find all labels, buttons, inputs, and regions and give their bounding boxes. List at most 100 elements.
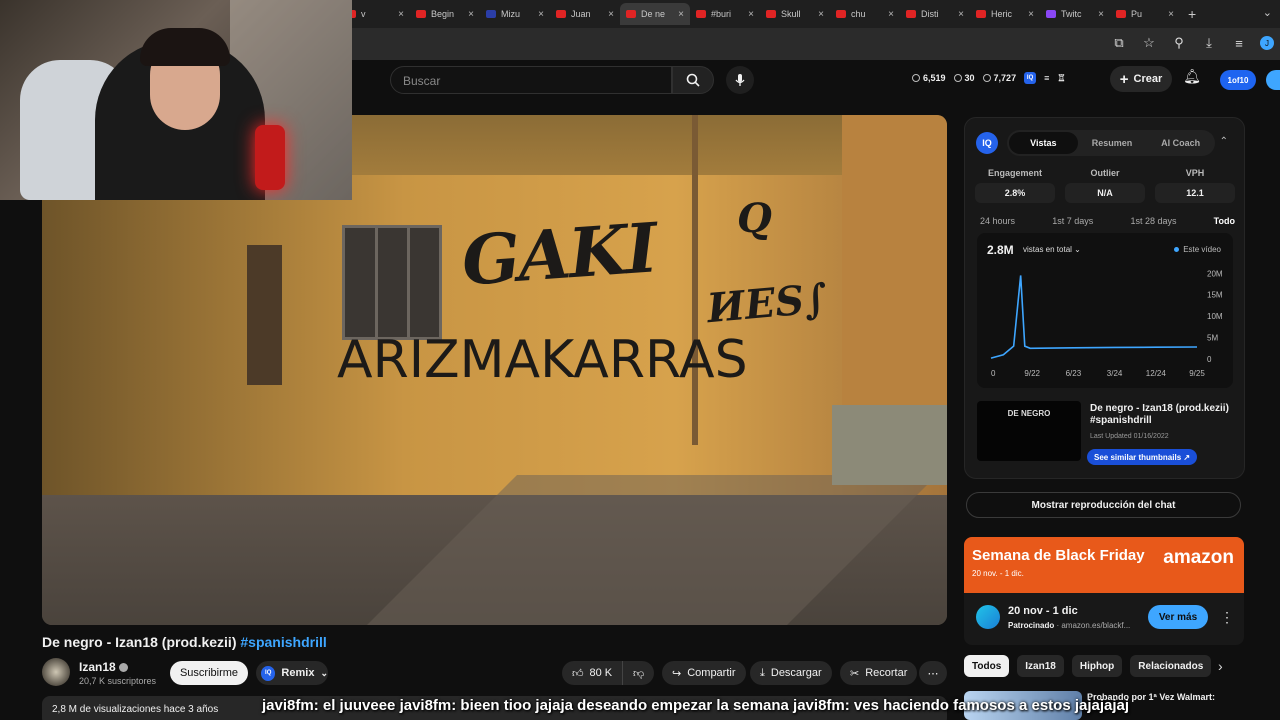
menu-icon[interactable]: ≡ <box>1044 73 1049 83</box>
stat-value: 6,519 <box>923 73 946 83</box>
close-tab-icon[interactable]: × <box>888 9 894 20</box>
tab-search-icon[interactable]: ⌄ <box>1263 6 1272 19</box>
browser-tab[interactable]: Twitc × <box>1040 3 1110 25</box>
extensions-icon[interactable]: ⚲ <box>1170 34 1188 52</box>
close-tab-icon[interactable]: × <box>1098 9 1104 20</box>
clip-button[interactable]: ✂ Recortar <box>840 661 918 685</box>
subscribe-button[interactable]: Suscribirme <box>170 661 248 685</box>
reading-list-icon[interactable]: ≡ <box>1230 34 1248 52</box>
range-28d[interactable]: 1st 28 days <box>1130 216 1176 226</box>
tab-title: Begin <box>431 9 455 19</box>
notifications-bell-icon[interactable]: 🔔︎ <box>1182 68 1202 90</box>
stream-chat-overlay: javi8fm: el juuveee javi8fm: bieen tioo … <box>262 697 1130 714</box>
install-app-icon[interactable]: ⧉ <box>1110 34 1128 52</box>
y-tick-label: 0 <box>1207 355 1212 364</box>
search-button[interactable] <box>672 66 714 94</box>
range-24h[interactable]: 24 hours <box>980 216 1015 226</box>
thumb-down-icon: 👎︎ <box>633 667 645 680</box>
browser-tab[interactable]: Juan × <box>550 3 620 25</box>
remix-label: Remix <box>281 667 315 679</box>
profile-icon[interactable]: J <box>1260 36 1274 50</box>
more-vertical-icon[interactable]: ⋮ <box>1220 609 1234 626</box>
create-button[interactable]: + Crear <box>1110 66 1172 92</box>
ad-sponsor-line: Patrocinado · amazon.es/blackf... <box>1008 621 1130 630</box>
sponsored-ad[interactable]: Semana de Black Friday 20 nov. - 1 dic. … <box>964 537 1244 645</box>
channel-avatar[interactable] <box>42 658 70 686</box>
voice-search-button[interactable] <box>726 66 754 94</box>
ad-banner[interactable]: Semana de Black Friday 20 nov. - 1 dic. … <box>964 537 1244 593</box>
download-icon[interactable]: ⤓ <box>1200 34 1218 52</box>
counter-badge[interactable]: 1of10 <box>1220 70 1256 90</box>
browser-tab[interactable]: Disti × <box>900 3 970 25</box>
close-tab-icon[interactable]: × <box>1028 9 1034 20</box>
channel-name-text: Izan18 <box>79 660 116 674</box>
like-button[interactable]: 👍︎ 80 K <box>562 661 622 685</box>
remix-button[interactable]: IQ Remix ⌄ <box>256 661 328 685</box>
account-avatar[interactable] <box>1266 70 1280 90</box>
metric-label-engagement: Engagement <box>987 168 1042 178</box>
close-tab-icon[interactable]: × <box>678 9 684 20</box>
sponsored-label: Patrocinado <box>1008 621 1055 630</box>
tab-vistas[interactable]: Vistas <box>1009 132 1078 154</box>
chip-all[interactable]: Todos <box>964 655 1010 677</box>
download-button[interactable]: ⤓ Descargar <box>750 661 832 685</box>
close-tab-icon[interactable]: × <box>468 9 474 20</box>
more-actions-button[interactable]: ⋯ <box>919 661 947 685</box>
more-horizontal-icon: ⋯ <box>927 667 939 680</box>
dislike-button[interactable]: 👎︎ <box>622 661 654 685</box>
browser-tab[interactable]: Skull × <box>760 3 830 25</box>
chevron-right-icon[interactable]: › <box>1218 658 1223 674</box>
chip-channel[interactable]: Izan18 <box>1017 655 1064 677</box>
metric-value-vph: 12.1 <box>1155 183 1235 203</box>
see-similar-thumbnails-button[interactable]: See similar thumbnails ↗ <box>1087 449 1198 465</box>
scissors-icon: ✂ <box>850 667 860 680</box>
close-tab-icon[interactable]: × <box>608 9 614 20</box>
channel-name[interactable]: Izan18 <box>79 660 128 674</box>
chip-hiphop[interactable]: Hiphop <box>1071 655 1123 677</box>
video-thumbnail[interactable]: DE NEGRO <box>977 401 1081 461</box>
close-tab-icon[interactable]: × <box>398 9 404 20</box>
browser-tab[interactable]: Begin × <box>410 3 480 25</box>
tab-title: De ne <box>641 9 666 19</box>
browser-tab[interactable]: De ne × <box>620 3 690 25</box>
creator-stats: 6,519 30 7,727 IQ ≡ ♖ <box>912 72 1065 84</box>
close-tab-icon[interactable]: × <box>818 9 824 20</box>
bookmark-star-icon[interactable]: ☆ <box>1140 34 1158 52</box>
browser-tab[interactable]: Heric × <box>970 3 1040 25</box>
show-chat-replay-button[interactable]: Mostrar reproducción del chat <box>966 492 1241 518</box>
chevron-up-icon[interactable]: ⌃ <box>1220 136 1228 147</box>
tab-title: Heric <box>991 9 1013 19</box>
range-all[interactable]: Todo <box>1214 216 1235 226</box>
tab-title: Disti <box>921 9 939 19</box>
new-tab-icon[interactable]: + <box>1180 6 1204 22</box>
ad-headline: Semana de Black Friday <box>972 547 1145 564</box>
hashtag-link[interactable]: #spanishdrill <box>240 634 326 650</box>
see-more-button[interactable]: Ver más <box>1148 605 1208 629</box>
tab-ai-coach[interactable]: AI Coach <box>1146 138 1215 148</box>
search-input[interactable]: Buscar <box>390 66 672 94</box>
chip-related[interactable]: Relacionados <box>1130 655 1212 677</box>
video-summary-card: DE NEGRO De negro - Izan18 (prod.kezii) … <box>977 401 1233 467</box>
tab-title: #buri <box>711 9 732 19</box>
share-button[interactable]: ↪ Compartir <box>662 661 746 685</box>
tab-title: v <box>361 9 366 19</box>
close-tab-icon[interactable]: × <box>538 9 544 20</box>
tab-title: Mizu <box>501 9 521 19</box>
advertiser-avatar <box>976 605 1000 629</box>
ad-dates-small: 20 nov. - 1 dic. <box>972 569 1024 578</box>
close-tab-icon[interactable]: × <box>958 9 964 20</box>
range-7d[interactable]: 1st 7 days <box>1052 216 1093 226</box>
vidiq-icon[interactable]: IQ <box>1024 72 1037 84</box>
close-tab-icon[interactable]: × <box>1168 9 1174 20</box>
trophy-icon[interactable]: ♖ <box>1057 73 1065 84</box>
browser-tab[interactable]: Pu × <box>1110 3 1180 25</box>
close-tab-icon[interactable]: × <box>748 9 754 20</box>
y-tick-label: 5M <box>1207 334 1218 343</box>
browser-tab[interactable]: #buri × <box>690 3 760 25</box>
browser-tab[interactable]: chu × <box>830 3 900 25</box>
streamer-webcam <box>0 0 352 200</box>
metric-value-engagement: 2.8% <box>975 183 1055 203</box>
eye-icon <box>953 74 962 82</box>
browser-tab[interactable]: Mizu × <box>480 3 550 25</box>
tab-resumen[interactable]: Resumen <box>1078 138 1147 148</box>
